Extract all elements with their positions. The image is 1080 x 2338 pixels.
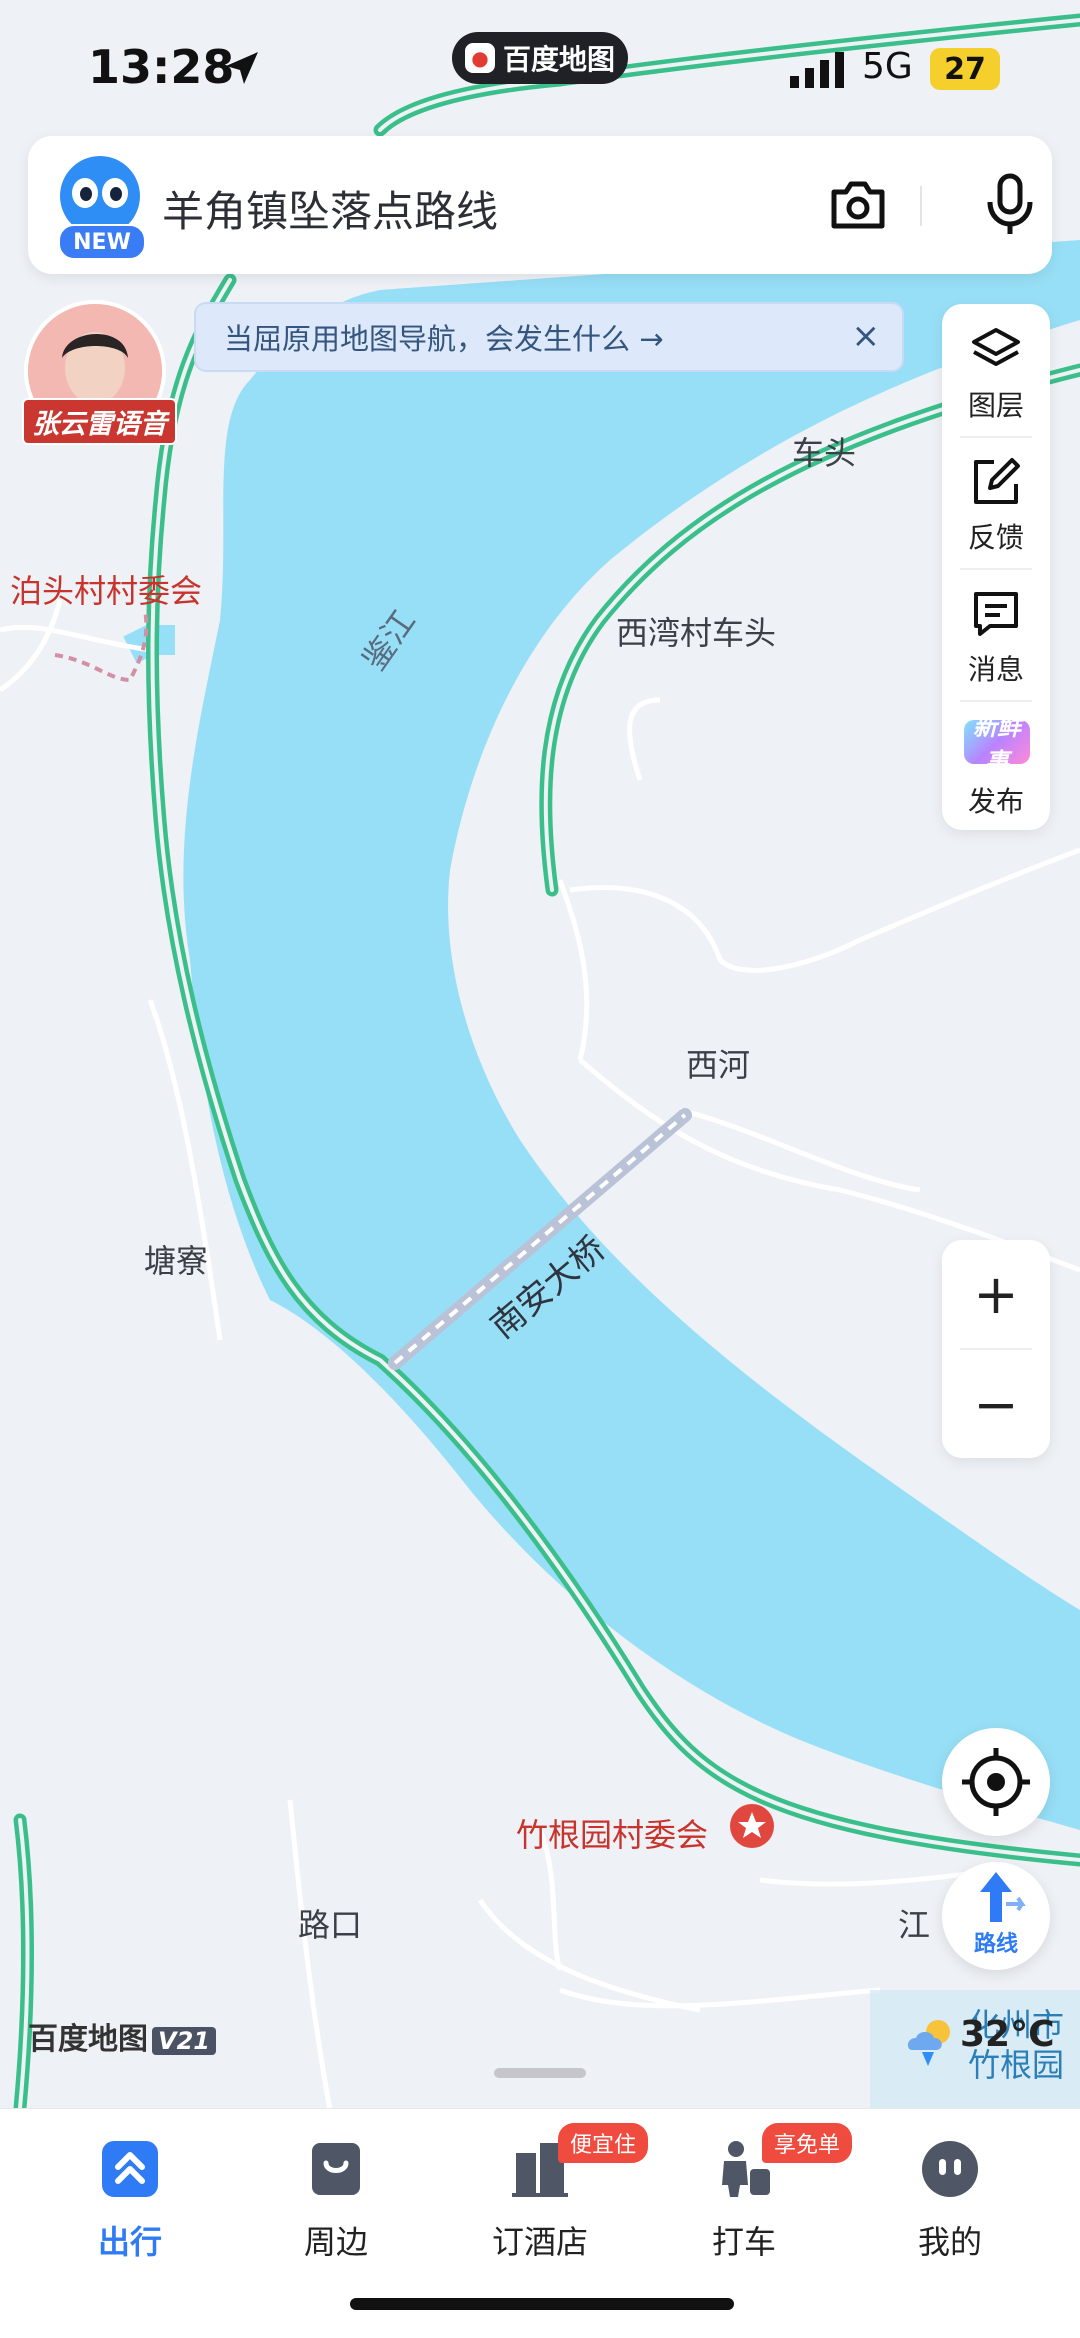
promo-banner-text[interactable]: 当屈原用地图导航，会发生什么 → — [224, 316, 664, 358]
map-label-zhu-gen-yuan[interactable]: 竹根园村委会 — [516, 1810, 708, 1856]
map-label-jiang[interactable]: 江 — [898, 1900, 930, 1946]
message-icon — [974, 592, 1018, 636]
brand-logo: 百度地图 V21 — [28, 2014, 216, 2058]
tool-message[interactable]: 消息 — [942, 568, 1050, 700]
route-button-label: 路线 — [973, 1932, 1018, 1957]
network-type: 5G — [862, 46, 913, 87]
map-label-lu-kou[interactable]: 路口 — [298, 1900, 362, 1946]
voice-avatar-label[interactable]: 张云雷语音 — [22, 398, 177, 445]
tab-profile[interactable]: 我的 — [850, 2129, 1050, 2279]
signal-icon — [790, 52, 844, 88]
close-icon[interactable]: × — [852, 318, 881, 354]
hotel-promo-tag: 便宜住 — [558, 2123, 649, 2163]
map-label-xi-wan-cun[interactable]: 西湾村车头 — [616, 608, 776, 654]
app-pill: ● 百度地图 — [452, 32, 628, 84]
status-bar: 13:28 ● 百度地图 5G 27 — [0, 0, 1080, 130]
tab-taxi-label: 打车 — [711, 2223, 776, 2261]
tool-feedback[interactable]: 反馈 — [942, 436, 1050, 568]
locate-icon — [962, 1748, 1030, 1816]
app-pill-label: 百度地图 — [502, 43, 615, 76]
brand-logo-version: V21 — [152, 2027, 216, 2055]
new-badge: NEW — [58, 224, 146, 260]
tab-travel[interactable]: 出行 — [30, 2129, 230, 2279]
brand-logo-text: 百度地图 — [28, 2022, 148, 2057]
map-label-che-tou[interactable]: 车头 — [792, 428, 856, 474]
tool-publish-label: 发布 — [967, 785, 1024, 818]
microphone-icon[interactable] — [980, 172, 1040, 238]
tool-publish[interactable]: 新鲜事 发布 — [942, 700, 1050, 832]
poi-marker — [730, 1804, 774, 1848]
route-button[interactable]: 路线 — [942, 1862, 1050, 1970]
camera-icon[interactable] — [828, 176, 888, 232]
zoom-in-button[interactable]: + — [942, 1240, 1050, 1348]
baidu-map-pin-icon: ● — [464, 43, 495, 73]
tab-travel-label: 出行 — [97, 2223, 162, 2261]
tab-nearby[interactable]: 周边 — [236, 2129, 436, 2279]
feedback-icon — [974, 458, 1020, 504]
search-bar[interactable]: NEW 羊角镇坠落点路线 — [28, 136, 1052, 274]
tab-hotel-label: 订酒店 — [491, 2223, 588, 2261]
map-label-tang-liao[interactable]: 塘寮 — [144, 1236, 208, 1282]
battery-indicator: 27 — [930, 48, 1000, 90]
locate-button[interactable] — [942, 1728, 1050, 1836]
profile-icon — [922, 2141, 978, 2197]
route-arrow-icon — [980, 1872, 1026, 1922]
tab-taxi[interactable]: 享免单 打车 — [644, 2123, 853, 2279]
publish-icon: 新鲜事 — [964, 713, 1030, 776]
map-tools-panel: 图层 反馈 消息 新鲜事 发布 — [942, 304, 1050, 830]
layers-icon — [972, 328, 1020, 366]
search-input[interactable]: 羊角镇坠落点路线 — [162, 178, 498, 239]
tool-message-label: 消息 — [967, 653, 1024, 686]
weather-cloud-sun-icon — [907, 2020, 950, 2066]
status-time: 13:28 — [88, 40, 235, 94]
nearby-icon — [312, 2143, 360, 2195]
taxi-promo-tag: 享免单 — [762, 2123, 853, 2163]
travel-icon — [102, 2141, 158, 2197]
map-label-xi-he[interactable]: 西河 — [686, 1040, 750, 1086]
tab-hotel[interactable]: 便宜住 订酒店 — [440, 2123, 649, 2279]
tool-feedback-label: 反馈 — [967, 521, 1024, 554]
home-indicator — [350, 2298, 734, 2310]
location-arrow-icon — [226, 52, 258, 84]
promo-banner[interactable]: 当屈原用地图导航，会发生什么 → × — [194, 302, 904, 372]
zoom-control: + − — [942, 1240, 1050, 1458]
zoom-out-button[interactable]: − — [942, 1350, 1050, 1458]
search-separator — [920, 186, 922, 226]
weather-temperature: 32°C — [960, 2014, 1055, 2055]
tool-layers[interactable]: 图层 — [942, 304, 1050, 436]
tab-nearby-label: 周边 — [303, 2223, 368, 2261]
tool-layers-label: 图层 — [967, 389, 1024, 422]
drawer-handle[interactable] — [494, 2068, 586, 2078]
tab-profile-label: 我的 — [917, 2223, 982, 2261]
map-label-bo-tou-cun[interactable]: 泊头村村委会 — [10, 566, 202, 612]
